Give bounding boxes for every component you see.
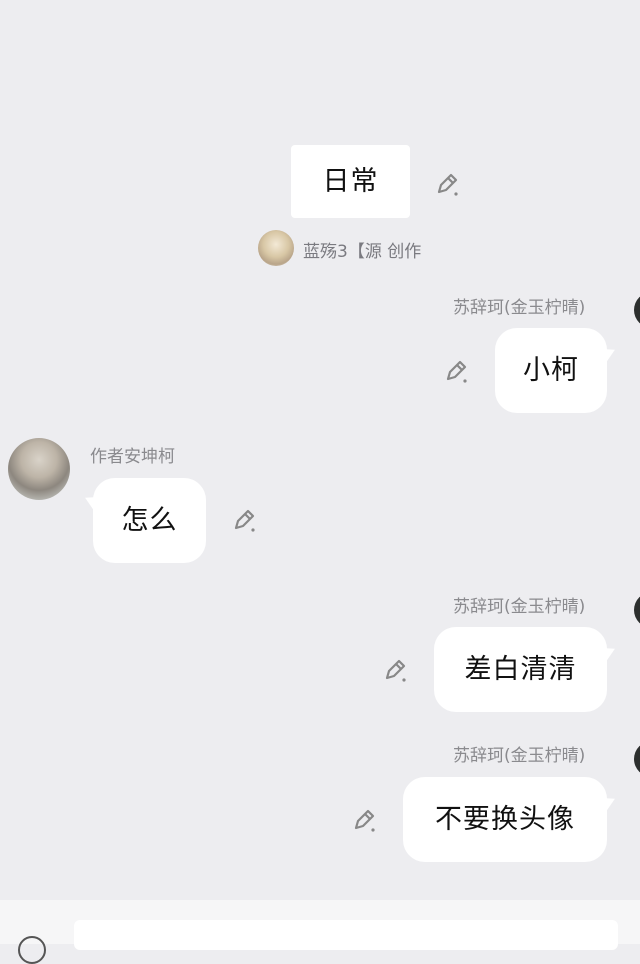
- sender-name: 苏辞珂(金玉柠晴): [453, 597, 586, 617]
- system-message-text: 日常: [322, 166, 379, 197]
- system-author-avatar[interactable]: [258, 230, 294, 266]
- edit-pencil-icon[interactable]: [230, 506, 258, 534]
- edit-pencil-icon[interactable]: [350, 806, 378, 834]
- message-text: 小柯: [523, 355, 579, 386]
- sender-name: 苏辞珂(金玉柠晴): [453, 298, 586, 318]
- message-text: 怎么: [121, 505, 178, 536]
- edit-pencil-icon[interactable]: [433, 170, 461, 198]
- author-avatar[interactable]: [8, 438, 70, 500]
- edit-pencil-icon[interactable]: [442, 357, 470, 385]
- message-bubble[interactable]: 差白清清: [434, 627, 607, 712]
- sender-avatar[interactable]: [634, 741, 640, 777]
- voice-icon[interactable]: [18, 936, 46, 964]
- sender-avatar[interactable]: [634, 592, 640, 628]
- message-bubble[interactable]: 小柯: [495, 328, 607, 413]
- message-text: 不要换头像: [435, 804, 575, 835]
- system-author-name: 蓝殇3【源 创作: [303, 242, 422, 262]
- author-name: 作者安坤柯: [90, 447, 175, 467]
- message-bubble[interactable]: 不要换头像: [403, 777, 607, 862]
- sender-name: 苏辞珂(金玉柠晴): [453, 746, 586, 766]
- message-text: 差白清清: [464, 654, 577, 685]
- edit-pencil-icon[interactable]: [381, 656, 409, 684]
- sender-avatar[interactable]: [634, 292, 640, 328]
- system-message-bubble[interactable]: 日常: [291, 145, 410, 218]
- message-input[interactable]: [74, 920, 618, 950]
- message-bubble[interactable]: 怎么: [93, 478, 206, 563]
